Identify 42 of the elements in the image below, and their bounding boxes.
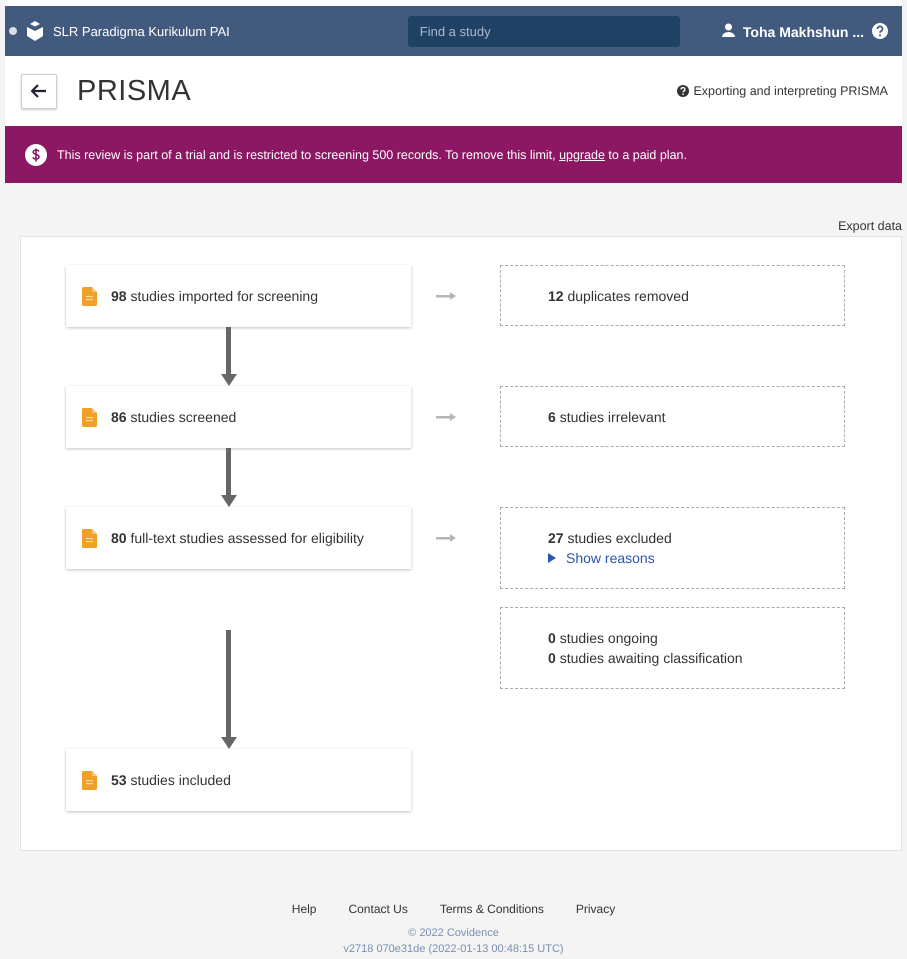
right-arrow-icon [436,534,456,542]
project-name[interactable]: SLR Paradigma Kurikulum PAI [53,24,230,38]
version-info: v2718 070e31de (2022-01-13 00:48:15 UTC) [343,942,564,957]
document-icon [82,528,97,548]
down-arrow [220,327,236,386]
user-menu[interactable]: Toha Makhshun ... [722,22,864,40]
help-icon[interactable] [872,23,888,39]
exclusion-label: 6 studies irrelevant [548,408,667,424]
document-icon [82,408,97,426]
exclusion-label: 0 studies awaiting classification [548,650,744,666]
caret-icon [548,553,556,563]
stage-label: 80 full-text studies assessed for eligibility [111,530,364,546]
export-data-link[interactable]: Export data [838,219,902,233]
document-icon [82,770,97,790]
back-button[interactable] [21,74,57,108]
upgrade-link[interactable]: upgrade [559,148,605,162]
document-icon [82,286,97,306]
right-arrow-icon [436,413,456,421]
exclusion-label: 0 studies ongoing [548,630,659,646]
right-arrow-icon [436,292,456,300]
stage-label: 98 studies imported for screening [111,288,318,304]
stage-label: 86 studies screened [111,409,236,425]
help-icon [677,85,690,97]
footer-link[interactable]: Contact Us [348,902,408,916]
back-arrow-icon [31,84,47,98]
help-link[interactable]: Exporting and interpreting PRISMA [677,84,888,98]
footer-link[interactable]: Help [292,902,316,916]
trial-message: This review is part of a trial and is restricted to screening 500 records. To remove this limit, upgrade to a paid plan. [57,148,687,162]
footer-link[interactable]: Terms & Conditions [440,902,544,916]
page-title: PRISMA [77,74,192,108]
status-dot [9,27,17,35]
exclusion-label: 27 studies excluded [548,530,673,546]
user-icon [722,22,735,36]
box-logo-icon [25,21,45,41]
show-reasons-toggle[interactable]: Show reasons [548,550,797,566]
exclusion-label: 12 duplicates removed [548,288,690,304]
footer-link[interactable]: Privacy [576,902,616,916]
down-arrow [220,448,236,507]
dollar-icon [25,144,47,166]
copyright: © 2022 Covidence [408,926,499,941]
stage-label: 53 studies included [111,772,231,788]
search-field[interactable]: Find a study [408,16,680,46]
